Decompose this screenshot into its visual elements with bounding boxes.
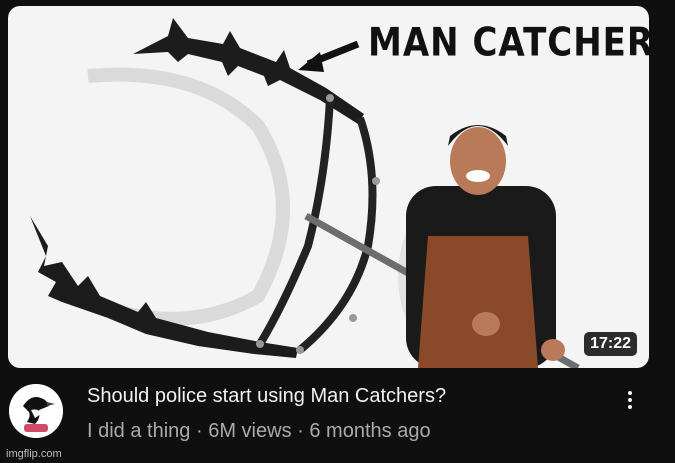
magpie-icon <box>9 384 63 438</box>
thumbnail-overlay-text: MAN CATCHER 2.0 <box>368 20 649 66</box>
video-thumbnail[interactable]: MAN CATCHER 2.0 17:22 <box>8 6 649 368</box>
kebab-menu-icon[interactable] <box>620 387 640 413</box>
channel-avatar[interactable] <box>9 384 63 438</box>
duration-badge: 17:22 <box>584 332 637 356</box>
upload-age: 6 months ago <box>309 420 431 442</box>
video-title[interactable]: Should police start using Man Catchers? <box>87 385 446 408</box>
view-count: 6M views <box>208 420 292 442</box>
channel-name[interactable]: I did a thing <box>87 420 190 442</box>
watermark: imgflip.com <box>6 448 62 460</box>
separator: · <box>297 420 304 442</box>
separator: · <box>195 420 203 442</box>
video-metadata: I did a thing · 6M views · 6 months ago <box>87 420 431 443</box>
